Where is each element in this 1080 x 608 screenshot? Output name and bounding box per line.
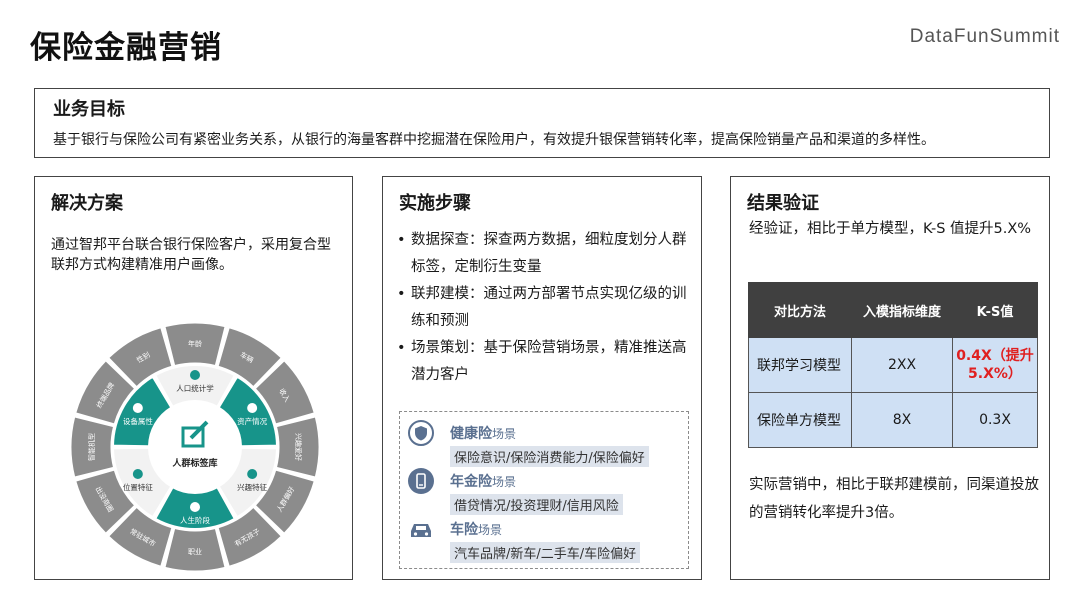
shield-icon xyxy=(408,420,434,446)
wheel-inner-icon xyxy=(247,469,258,479)
wheel-inner-icon xyxy=(132,403,143,413)
table-row: 保险单方模型 8X 0.3X xyxy=(748,392,1038,448)
table-cell: 保险单方模型 xyxy=(748,392,852,448)
goal-panel: 业务目标 基于银行与保险公司有紧密业务关系，从银行的海量客群中挖掘潜在保险用户，… xyxy=(34,88,1050,158)
step-item: 场景策划：基于保险营销场景，精准推送高潜力客户 xyxy=(395,335,695,389)
results-conclusion: 实际营销中，相比于联邦建模前，同渠道投放的营销转化率提升3倍。 xyxy=(749,477,1039,521)
solution-text: 通过智邦平台联合银行保险客户，采用复合型联邦方式构建精准用户画像。 xyxy=(51,237,331,273)
goal-heading: 业务目标 xyxy=(53,99,125,120)
table-cell: 2XX xyxy=(851,337,953,393)
wheel-inner-label: 人口统计学 xyxy=(176,383,214,393)
scenario-tags: 借贷情况/投资理财/信用风险 xyxy=(450,494,623,515)
wheel-inner-label: 兴趣特征 xyxy=(237,482,267,492)
steps-list: 数据探查：探查两方数据，细粒度划分人群标签，定制衍生变量 联邦建模：通过两方部署… xyxy=(395,227,695,389)
wheel-inner-label: 人生阶段 xyxy=(180,515,210,525)
scenario-title: 车险场景 xyxy=(450,522,503,538)
user-tag-wheel-diagram: 性别年龄车辆收入兴趣爱好人群偏好有无孩子职业常驻城市出没商圈智能机型终端品牌 人口… xyxy=(70,322,320,572)
goal-text: 基于银行与保险公司有紧密业务关系，从银行的海量客群中挖掘潜在保险用户，有效提升银… xyxy=(53,132,935,148)
page-title: 保险金融营销 xyxy=(30,30,222,66)
table-cell: 8X xyxy=(851,392,953,448)
wheel-inner-icon xyxy=(247,403,258,413)
table-header: 对比方法 xyxy=(748,282,852,338)
results-heading: 结果验证 xyxy=(747,193,819,214)
table-header: 入模指标维度 xyxy=(851,282,953,338)
results-panel: 结果验证 经验证，相比于单方模型，K-S 值提升5.X% 对比方法 入模指标维度… xyxy=(730,176,1050,580)
step-item: 联邦建模：通过两方部署节点实现亿级的训练和预测 xyxy=(395,281,695,335)
scenario-title: 年金险场景 xyxy=(450,474,517,490)
wheel-inner-label: 设备属性 xyxy=(123,416,153,426)
solution-heading: 解决方案 xyxy=(51,193,123,214)
wheel-outer-label: 智能机型 xyxy=(87,433,96,461)
scenario-box: 健康险场景 保险意识/保险消费能力/保险偏好 年金险场景 借贷情况/投资理财/信… xyxy=(399,411,689,569)
wheel-inner-icon xyxy=(190,370,200,380)
solution-panel: 解决方案 通过智邦平台联合银行保险客户，采用复合型联邦方式构建精准用户画像。 性… xyxy=(34,176,353,580)
table-cell: 联邦学习模型 xyxy=(748,337,852,393)
step-item: 数据探查：探查两方数据，细粒度划分人群标签，定制衍生变量 xyxy=(395,227,695,281)
table-cell: 0.3X xyxy=(952,392,1038,448)
wheel-inner-icon xyxy=(190,502,200,512)
scenario-title: 健康险场景 xyxy=(450,426,517,442)
wheel-outer-label: 职业 xyxy=(188,547,202,556)
wheel-inner-icon xyxy=(132,469,143,479)
table-row: 联邦学习模型 2XX 0.4X（提升5.X%） xyxy=(748,337,1038,393)
wheel-outer-label: 兴趣爱好 xyxy=(294,433,303,461)
car-icon xyxy=(411,524,431,537)
wheel-inner-label: 资产情况 xyxy=(237,416,267,426)
phone-icon xyxy=(408,468,434,494)
table-header-row: 对比方法 入模指标维度 K-S值 xyxy=(748,282,1038,338)
results-summary: 经验证，相比于单方模型，K-S 值提升5.X% xyxy=(749,221,1032,237)
comparison-table: 对比方法 入模指标维度 K-S值 联邦学习模型 2XX 0.4X（提升5.X%）… xyxy=(748,282,1038,448)
table-cell-highlight: 0.4X（提升5.X%） xyxy=(952,337,1038,393)
table-header: K-S值 xyxy=(952,282,1038,338)
wheel-center-label: 人群标签库 xyxy=(171,457,217,469)
brand-logo: DataFunSummit xyxy=(909,26,1060,47)
wheel-inner-label: 位置特征 xyxy=(123,482,153,492)
scenario-tags: 保险意识/保险消费能力/保险偏好 xyxy=(450,446,649,467)
steps-panel: 实施步骤 数据探查：探查两方数据，细粒度划分人群标签，定制衍生变量 联邦建模：通… xyxy=(382,176,702,580)
scenario-tags: 汽车品牌/新车/二手车/车险偏好 xyxy=(450,542,641,563)
wheel-outer-label: 年龄 xyxy=(188,339,202,348)
steps-heading: 实施步骤 xyxy=(399,193,471,214)
